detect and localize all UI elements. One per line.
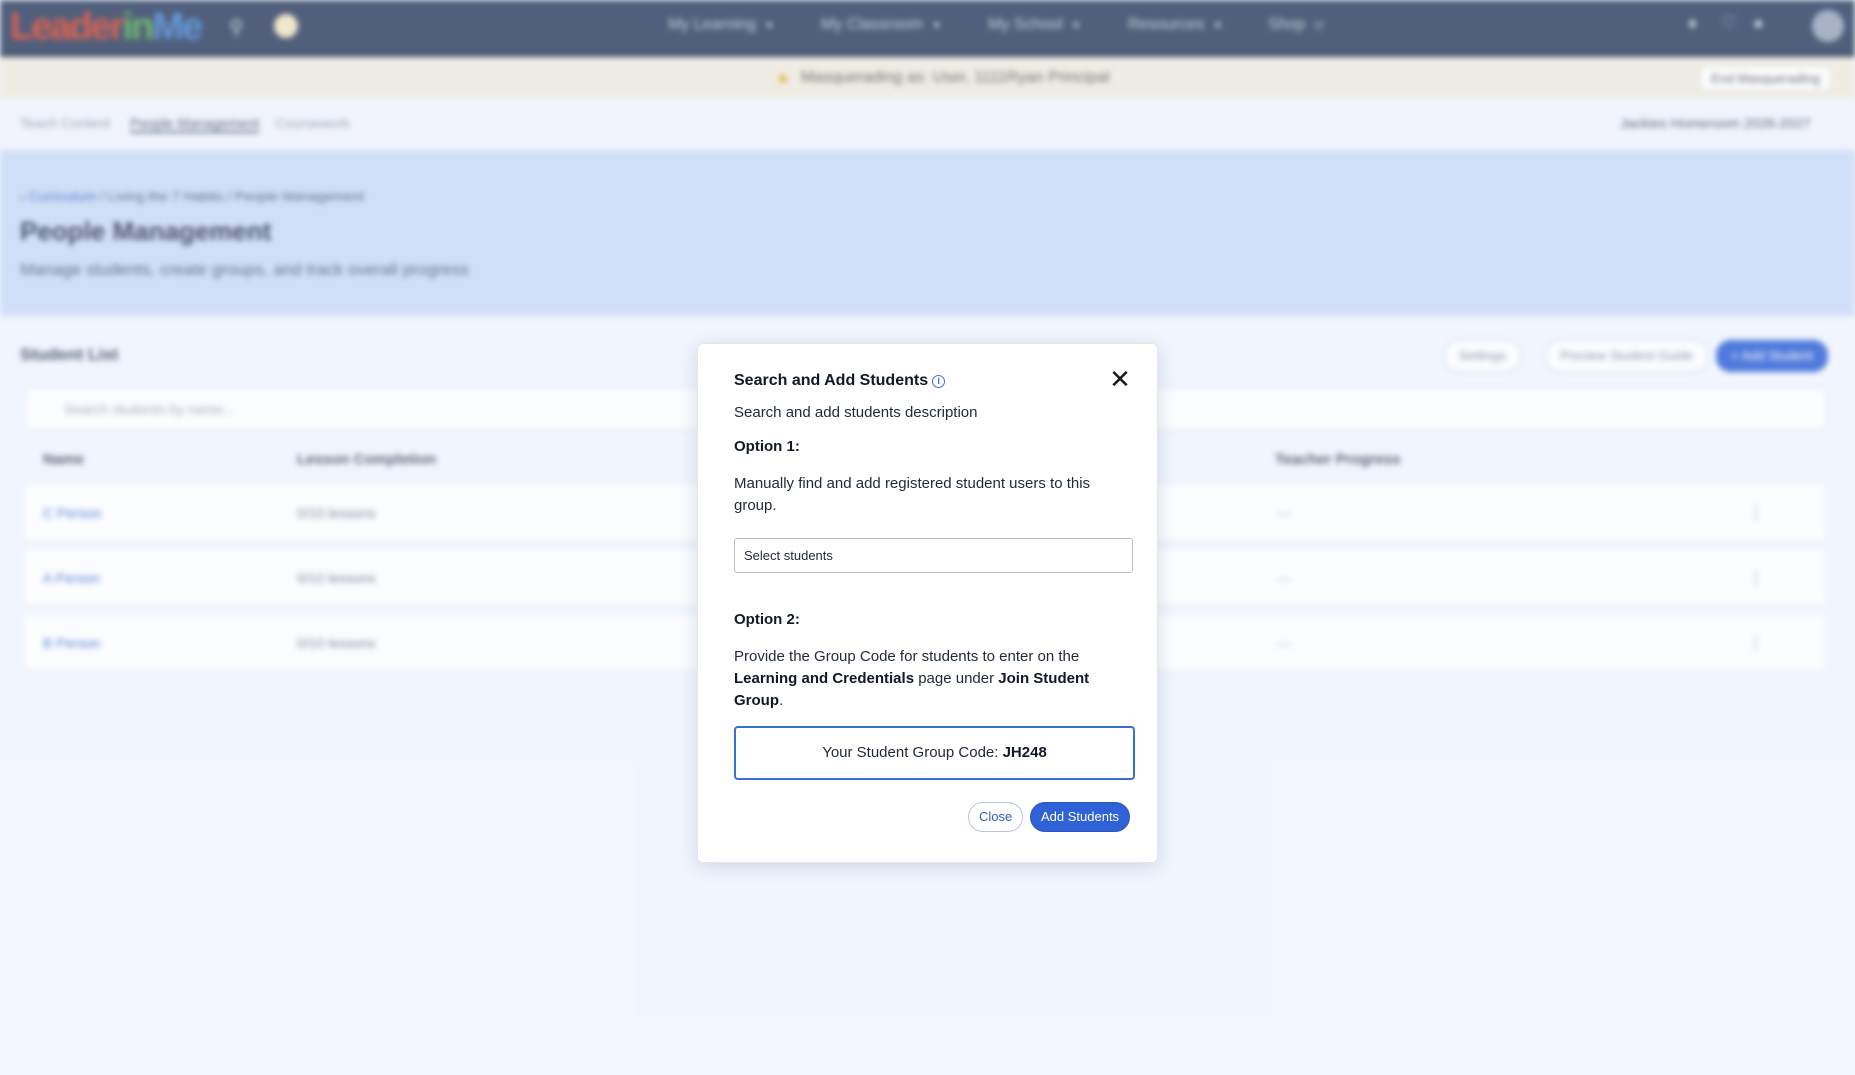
search-add-students-modal: Search and Add Students i ✕ Search and ad… [697,343,1158,863]
option-1-heading: Option 1: [734,438,800,455]
close-icon[interactable]: ✕ [1108,366,1132,392]
close-button[interactable]: Close [968,802,1024,832]
modal-title: Search and Add Students i [734,372,946,390]
group-code-label: Your Student Group Code: [822,744,1003,761]
modal-description: Search and add students description [734,404,978,421]
option-1-text: Manually find and add registered student… [734,475,1091,514]
group-code-box: Your Student Group Code: JH248 [734,726,1135,780]
option-2-text: Provide the Group Code for students to e… [734,648,1090,709]
select-students-dropdown[interactable]: Select students [734,538,1133,573]
add-students-button[interactable]: Add Students [1030,802,1131,832]
info-icon[interactable]: i [932,375,946,388]
group-code-value: JH248 [1002,744,1047,761]
option-2-heading: Option 2: [734,611,800,628]
